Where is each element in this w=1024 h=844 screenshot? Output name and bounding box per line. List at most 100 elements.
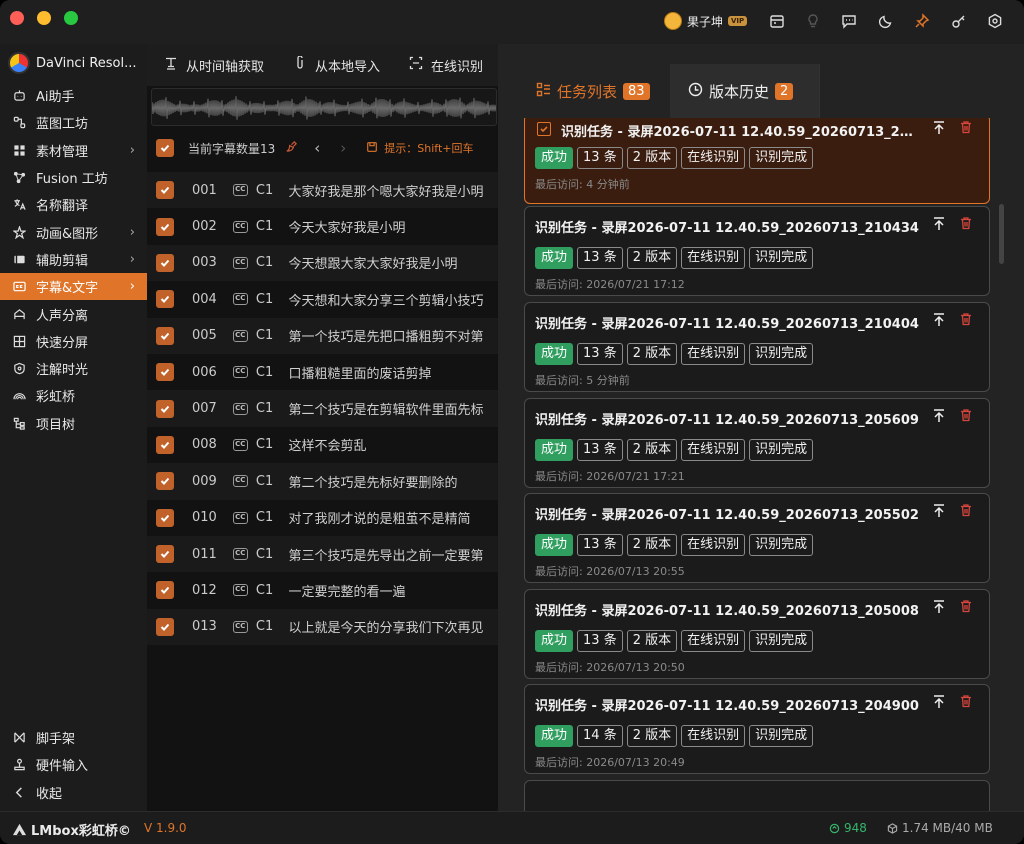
row-checkbox[interactable] bbox=[156, 363, 174, 382]
row-checkbox[interactable] bbox=[156, 508, 174, 527]
pin-to-top-icon[interactable] bbox=[931, 503, 947, 519]
task-card[interactable]: 识别任务 - 录屏2026-07-11 12.40.59_20260713_20… bbox=[524, 589, 990, 679]
trash-icon[interactable] bbox=[959, 599, 973, 613]
row-text[interactable]: 一定要完整的看一遍 bbox=[288, 581, 498, 600]
sidebar-item-translate[interactable]: 名称翻译 bbox=[0, 191, 147, 218]
sidebar-item-hardware-input[interactable]: 硬件输入 bbox=[0, 751, 147, 778]
row-text[interactable]: 今天大家好我是小明 bbox=[288, 217, 498, 236]
row-checkbox[interactable] bbox=[156, 399, 174, 418]
prev-page-button[interactable]: ‹ bbox=[314, 139, 320, 157]
row-text[interactable]: 第一个技巧是先把口播粗剪不对第 bbox=[288, 326, 498, 345]
subtitle-row[interactable]: 009 CC C1 第二个技巧是先标好要删除的 bbox=[147, 463, 498, 500]
key-icon[interactable] bbox=[950, 12, 968, 30]
trash-icon[interactable] bbox=[959, 694, 973, 708]
trash-icon[interactable] bbox=[959, 216, 973, 230]
pin-to-top-icon[interactable] bbox=[931, 120, 947, 136]
store-icon[interactable] bbox=[768, 12, 786, 30]
tab-from-timeline[interactable]: 从时间轴获取 bbox=[147, 56, 276, 75]
clear-icon[interactable] bbox=[285, 140, 298, 156]
sidebar-item-assets[interactable]: 素材管理 › bbox=[0, 137, 147, 164]
row-checkbox[interactable] bbox=[156, 253, 174, 272]
tab-version-history[interactable]: 版本历史 2 bbox=[670, 64, 820, 118]
sidebar-item-ai[interactable]: Ai助手 bbox=[0, 82, 147, 109]
task-list-scrollbar[interactable] bbox=[999, 204, 1004, 264]
trash-icon[interactable] bbox=[959, 503, 973, 517]
sidebar-item-scaffold[interactable]: 脚手架 bbox=[0, 724, 147, 751]
pin-to-top-icon[interactable] bbox=[931, 408, 947, 424]
subtitle-row[interactable]: 013 CC C1 以上就是今天的分享我们下次再见 bbox=[147, 608, 498, 646]
task-card[interactable]: 识别任务 - 录屏2026-07-11 12.40.59_20260713_21… bbox=[524, 302, 990, 392]
subtitle-row[interactable]: 001 CC C1 大家好我是那个嗯大家好我是小明 bbox=[147, 172, 498, 209]
subtitle-row[interactable]: 012 CC C1 一定要完整的看一遍 bbox=[147, 572, 498, 608]
row-text[interactable]: 以上就是今天的分享我们下次再见 bbox=[288, 617, 498, 636]
sidebar-item-project-tree[interactable]: 项目树 bbox=[0, 410, 147, 437]
tab-local-import[interactable]: 从本地导入 bbox=[276, 55, 392, 75]
row-checkbox[interactable] bbox=[156, 472, 174, 491]
tab-task-list[interactable]: 任务列表 83 bbox=[518, 64, 670, 118]
pin-to-top-icon[interactable] bbox=[931, 599, 947, 615]
minimize-window-button[interactable] bbox=[37, 11, 51, 25]
row-text[interactable]: 第二个技巧是先标好要删除的 bbox=[288, 472, 498, 491]
select-all-checkbox[interactable] bbox=[156, 139, 174, 157]
subtitle-row[interactable]: 005 CC C1 第一个技巧是先把口播粗剪不对第 bbox=[147, 317, 498, 354]
task-checkbox[interactable] bbox=[537, 122, 551, 136]
chat-icon[interactable] bbox=[840, 12, 858, 30]
task-card[interactable] bbox=[524, 780, 990, 811]
sidebar-item-rainbow[interactable]: 彩虹桥 bbox=[0, 382, 147, 409]
moon-icon[interactable] bbox=[877, 12, 895, 30]
sidebar-item-edit-assist[interactable]: 辅助剪辑 › bbox=[0, 246, 147, 273]
sidebar-item-annotation[interactable]: 注解时光 bbox=[0, 355, 147, 382]
tab-online-recognize[interactable]: 在线识别 bbox=[392, 56, 495, 75]
pin-to-top-icon[interactable] bbox=[931, 216, 947, 232]
row-checkbox[interactable] bbox=[156, 326, 174, 345]
row-text[interactable]: 今天想跟大家大家好我是小明 bbox=[288, 253, 498, 272]
app-selector[interactable]: DaVinci Resol... bbox=[0, 44, 147, 82]
row-checkbox[interactable] bbox=[156, 435, 174, 454]
subtitle-row[interactable]: 007 CC C1 第二个技巧是在剪辑软件里面先标 bbox=[147, 390, 498, 427]
next-page-button[interactable]: › bbox=[340, 139, 346, 157]
row-checkbox[interactable] bbox=[156, 290, 174, 309]
row-text[interactable]: 对了我刚才说的是粗茧不是精简 bbox=[288, 508, 498, 527]
bulb-icon[interactable] bbox=[804, 12, 822, 30]
row-checkbox[interactable] bbox=[156, 181, 174, 200]
subtitle-row[interactable]: 004 CC C1 今天想和大家分享三个剪辑小技巧 bbox=[147, 281, 498, 317]
task-card[interactable]: 识别任务 - 录屏2026-07-11 12.40.59_20260713_20… bbox=[524, 684, 990, 774]
row-checkbox[interactable] bbox=[156, 581, 174, 600]
sidebar-item-subtitles[interactable]: 字幕&文字 › bbox=[0, 273, 147, 301]
row-text[interactable]: 这样不会剪乱 bbox=[288, 435, 498, 454]
task-card[interactable]: 识别任务 - 录屏2026-07-11 12.40.59_20260713_21… bbox=[524, 118, 990, 204]
task-card[interactable]: 识别任务 - 录屏2026-07-11 12.40.59_20260713_20… bbox=[524, 398, 990, 488]
row-text[interactable]: 第二个技巧是在剪辑软件里面先标 bbox=[288, 399, 498, 418]
sidebar-collapse-button[interactable]: 收起 bbox=[0, 779, 147, 806]
pin-to-top-icon[interactable] bbox=[931, 312, 947, 328]
subtitle-row[interactable]: 003 CC C1 今天想跟大家大家好我是小明 bbox=[147, 244, 498, 282]
sidebar-item-split-screen[interactable]: 快速分屏 bbox=[0, 328, 147, 355]
trash-icon[interactable] bbox=[959, 120, 973, 134]
row-checkbox[interactable] bbox=[156, 217, 174, 236]
trash-icon[interactable] bbox=[959, 312, 973, 326]
row-text[interactable]: 大家好我是那个嗯大家好我是小明 bbox=[288, 181, 498, 200]
audio-waveform[interactable] bbox=[151, 88, 497, 126]
sidebar-item-fusion[interactable]: Fusion 工坊 bbox=[0, 164, 147, 191]
row-text[interactable]: 口播粗糙里面的废话剪掉 bbox=[288, 363, 498, 382]
subtitle-row[interactable]: 006 CC C1 口播粗糙里面的废话剪掉 bbox=[147, 354, 498, 390]
subtitle-row[interactable]: 008 CC C1 这样不会剪乱 bbox=[147, 427, 498, 463]
pin-icon[interactable] bbox=[913, 12, 931, 30]
task-card[interactable]: 识别任务 - 录屏2026-07-11 12.40.59_20260713_21… bbox=[524, 206, 990, 296]
sidebar-item-blueprint[interactable]: 蓝图工坊 bbox=[0, 109, 147, 136]
subtitle-row[interactable]: 011 CC C1 第三个技巧是先导出之前一定要第 bbox=[147, 535, 498, 573]
task-card[interactable]: 识别任务 - 录屏2026-07-11 12.40.59_20260713_20… bbox=[524, 493, 990, 583]
trash-icon[interactable] bbox=[959, 408, 973, 422]
row-checkbox[interactable] bbox=[156, 545, 174, 564]
row-checkbox[interactable] bbox=[156, 617, 174, 636]
settings-icon[interactable] bbox=[986, 12, 1004, 30]
subtitle-row[interactable]: 010 CC C1 对了我刚才说的是粗茧不是精简 bbox=[147, 500, 498, 536]
close-window-button[interactable] bbox=[10, 11, 24, 25]
user-profile[interactable]: 果子坤 VIP bbox=[664, 11, 748, 31]
maximize-window-button[interactable] bbox=[64, 11, 78, 25]
sidebar-item-voice-separation[interactable]: 人声分离 bbox=[0, 300, 147, 327]
row-text[interactable]: 第三个技巧是先导出之前一定要第 bbox=[288, 545, 498, 564]
sidebar-item-animation[interactable]: 动画&图形 › bbox=[0, 218, 147, 245]
pin-to-top-icon[interactable] bbox=[931, 694, 947, 710]
subtitle-row[interactable]: 002 CC C1 今天大家好我是小明 bbox=[147, 208, 498, 244]
